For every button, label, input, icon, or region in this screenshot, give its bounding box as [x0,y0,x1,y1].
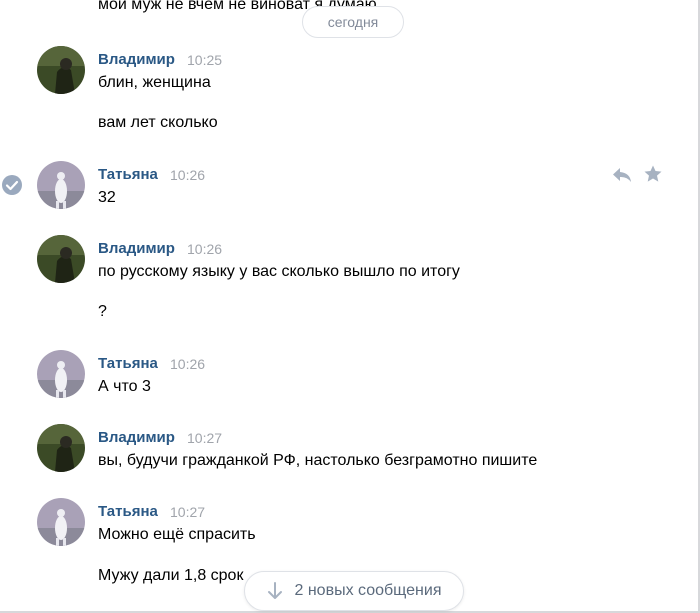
vladimir-avatar[interactable] [37,424,85,472]
sender-name[interactable]: Владимир [98,429,175,446]
message-text: вам лет сколько [98,114,218,131]
sender-name[interactable]: Татьяна [98,166,158,183]
date-divider: сегодня [302,6,404,38]
message-time[interactable]: 10:26 [187,241,222,257]
sender-name[interactable]: Татьяна [98,503,158,520]
check-circle-icon[interactable] [1,174,23,196]
message-text: А что 3 [98,378,151,395]
new-messages-button[interactable]: 2 новых сообщения [244,571,464,611]
new-messages-label: 2 новых сообщения [294,582,442,599]
message-text: по русскому языку у вас сколько вышло по… [98,263,460,280]
sender-name[interactable]: Татьяна [98,355,158,372]
star-icon[interactable] [643,164,663,184]
message-time[interactable]: 10:27 [170,504,205,520]
message-text: 32 [98,189,116,206]
message-text: Мужу дали 1,8 срок [98,567,244,584]
message-time[interactable]: 10:26 [170,167,205,183]
message-text: ? [98,303,107,320]
message-text: вы, будучи гражданкой РФ, настолько безг… [98,452,538,469]
vladimir-avatar[interactable] [37,46,85,94]
tatyana-avatar[interactable] [37,161,85,209]
message-text: блин, женщина [98,74,211,91]
sender-name[interactable]: Владимир [98,240,175,257]
message-time[interactable]: 10:26 [170,356,205,372]
tatyana-avatar[interactable] [37,498,85,546]
message-time[interactable]: 10:27 [187,430,222,446]
arrow-down-icon [267,582,282,599]
vladimir-avatar[interactable] [37,235,85,283]
message-time[interactable]: 10:25 [187,52,222,68]
reply-icon[interactable] [611,165,633,185]
sender-name[interactable]: Владимир [98,51,175,68]
message-text: Можно ещё спрасить [98,526,256,543]
tatyana-avatar[interactable] [37,350,85,398]
